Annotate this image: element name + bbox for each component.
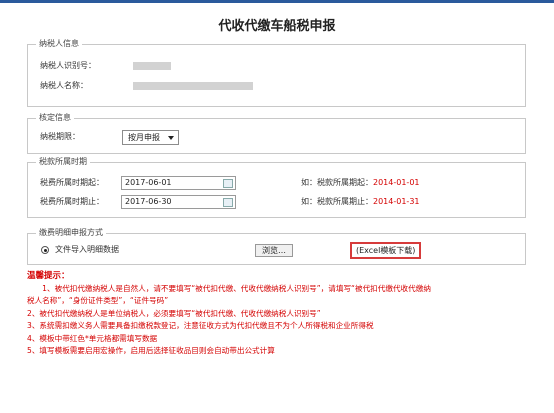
start-date-value: 2017-06-01 bbox=[125, 178, 172, 187]
verify-info-legend: 核定信息 bbox=[36, 111, 74, 125]
top-accent-bar bbox=[0, 0, 554, 3]
excel-template-download-link[interactable]: (Excel模板下载) bbox=[350, 242, 422, 259]
tips-block: 温馨提示： 1、被代扣代缴纳税人是自然人，请不要填写“被代扣代缴、代收代缴纳税人… bbox=[27, 270, 532, 358]
tax-period-section: 税款所属时期 税费所属时期起： 2017-06-01 如：税款所属期起：2014… bbox=[27, 155, 526, 218]
taxpayer-name-redacted bbox=[133, 82, 253, 90]
file-import-label: 文件导入明细数据 bbox=[55, 245, 119, 254]
end-date-input[interactable]: 2017-06-30 bbox=[121, 195, 236, 209]
tax-period-legend: 税款所属时期 bbox=[36, 155, 90, 169]
tip-line-1-cont: 税人名称”，“身份证件类型”，“证件号码” bbox=[27, 296, 169, 305]
method-legend: 缴费明细申报方式 bbox=[36, 226, 106, 240]
start-date-input[interactable]: 2017-06-01 bbox=[121, 176, 236, 190]
tax-period-select[interactable]: 按月申报 bbox=[122, 130, 179, 145]
end-date-value: 2017-06-30 bbox=[125, 197, 172, 206]
start-date-example: 如：税款所属期起：2014-01-01 bbox=[301, 177, 420, 189]
page-title: 代收代缴车船税申报 bbox=[218, 19, 336, 34]
taxpayer-id-redacted bbox=[133, 62, 171, 70]
end-example-value: 2014-01-31 bbox=[373, 197, 420, 206]
start-example-prefix: 如：税款所属期起： bbox=[301, 178, 373, 187]
taxpayer-id-label: 纳税人识别号： bbox=[40, 61, 96, 70]
calendar-icon[interactable] bbox=[223, 179, 233, 188]
start-example-value: 2014-01-01 bbox=[373, 178, 420, 187]
chevron-down-icon bbox=[168, 136, 174, 140]
end-example-prefix: 如：税款所属期止： bbox=[301, 197, 373, 206]
start-date-label: 税费所属时期起： bbox=[40, 178, 104, 187]
file-import-radio[interactable] bbox=[41, 246, 49, 254]
tips-title: 温馨提示： bbox=[27, 271, 70, 281]
tax-period-select-value: 按月申报 bbox=[128, 133, 160, 142]
end-date-label: 税费所属时期止： bbox=[40, 197, 104, 206]
taxpayer-info-section: 纳税人信息 纳税人识别号： 纳税人名称： bbox=[27, 37, 526, 107]
taxpayer-name-label: 纳税人名称： bbox=[40, 81, 88, 90]
taxpayer-info-legend: 纳税人信息 bbox=[36, 37, 82, 51]
method-section: 缴费明细申报方式 文件导入明细数据 浏览… (Excel模板下载) bbox=[27, 226, 526, 265]
tip-line-3: 3、系统需扣缴义务人需要具备扣缴税款登记，注意征收方式为代扣代缴且不为个人所得税… bbox=[27, 321, 374, 330]
tip-line-2: 2、被代扣代缴纳税人是单位纳税人，必须要填写“被代扣代缴、代收代缴纳税人识别号” bbox=[27, 308, 321, 318]
calendar-icon[interactable] bbox=[223, 198, 233, 207]
tip-line-4: 4、模板中带红色*单元格都需填写数据 bbox=[27, 333, 158, 343]
end-date-example: 如：税款所属期止：2014-01-31 bbox=[301, 196, 420, 208]
tax-period-label: 纳税期限： bbox=[40, 132, 80, 141]
tip-line-1: 1、被代扣代缴纳税人是自然人，请不要填写“被代扣代缴、代收代缴纳税人识别号”，请… bbox=[27, 283, 431, 293]
verify-info-section: 核定信息 纳税期限： 按月申报 bbox=[27, 111, 526, 154]
browse-button[interactable]: 浏览… bbox=[255, 244, 293, 257]
tip-line-5: 5、填写模板需要启用宏操作，启用后选择征收品目则会自动带出公式计算 bbox=[27, 346, 275, 355]
